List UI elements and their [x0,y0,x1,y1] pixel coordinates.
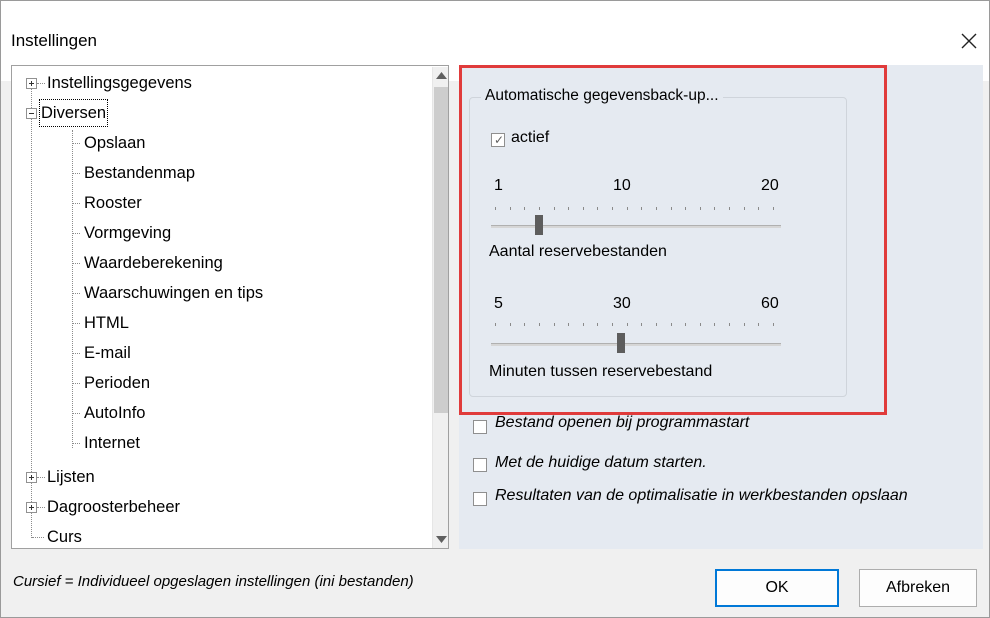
save-optimization-results-label: Resultaten van de optimalisatie in werkb… [495,487,908,504]
tree-item-internet[interactable]: Internet [12,430,432,456]
tree-item-label: Perioden [84,374,151,392]
tree-item-waarschuwingen[interactable]: Waarschuwingen en tips [12,280,432,306]
save-optimization-results-checkbox[interactable] [473,492,487,506]
window-title: Instellingen [11,31,98,50]
tree-scrollbar[interactable] [432,67,448,548]
scroll-up-arrow-icon [436,72,447,79]
close-button[interactable] [949,21,989,61]
tree-item-label: Instellingsgegevens [47,74,192,92]
tree-item-diversen[interactable]: Diversen [12,99,432,127]
scroll-down-button[interactable] [433,531,448,548]
settings-window: Instellingen Instellingsgegevens Diverse… [0,0,990,618]
expand-plus-icon[interactable] [26,502,37,513]
expand-plus-icon[interactable] [26,78,37,89]
tree-item-autoinfo[interactable]: AutoInfo [12,400,432,426]
scroll-down-arrow-icon [436,536,447,543]
expand-plus-icon[interactable] [26,472,37,483]
tree-item-label: Internet [84,434,140,452]
ok-button[interactable]: OK [715,569,839,607]
highlight-annotation [459,65,887,415]
tree-item-bestandenmap[interactable]: Bestandenmap [12,160,432,186]
tree-item-label: Rooster [84,194,142,212]
tree-item-label: AutoInfo [84,404,146,422]
cancel-button[interactable]: Afbreken [859,569,977,607]
tree-item-dagroosterbeheer[interactable]: Dagroosterbeheer [12,494,432,520]
tree-item-label: E-mail [84,344,131,362]
tree-item-waardeberekening[interactable]: Waardeberekening [12,250,432,276]
start-current-date-checkbox[interactable] [473,458,487,472]
settings-tree[interactable]: Instellingsgegevens Diversen Opslaan Bes… [11,65,449,549]
tree-item-label: Dagroosterbeheer [47,498,180,516]
tree-item-email[interactable]: E-mail [12,340,432,366]
tree-item-html[interactable]: HTML [12,310,432,336]
tree-item-perioden[interactable]: Perioden [12,370,432,396]
open-file-at-start-checkbox[interactable] [473,420,487,434]
scroll-up-button[interactable] [433,67,448,84]
tree-item-label: Lijsten [47,468,95,486]
tree-item-rooster[interactable]: Rooster [12,190,432,216]
start-current-date-label: Met de huidige datum starten. [495,454,707,471]
tree-item-label: Waardeberekening [84,254,223,272]
tree-item-instellingsgegevens[interactable]: Instellingsgegevens [12,70,432,96]
tree-item-lijsten[interactable]: Lijsten [12,464,432,490]
collapse-minus-icon[interactable] [26,108,37,119]
tree-item-label: Opslaan [84,134,146,152]
tree-item-opslaan[interactable]: Opslaan [12,130,432,156]
open-file-at-start-label: Bestand openen bij programmastart [495,414,750,431]
tree-item-label: HTML [84,314,129,332]
tree-item-label: Diversen [38,99,109,127]
tree-item-label: Bestandenmap [84,164,195,182]
footer-note: Cursief = Individueel opgeslagen instell… [13,573,414,590]
tree-item-label: Vormgeving [84,224,172,242]
tree-item-label: Waarschuwingen en tips [84,284,264,302]
tree-item-vormgeving[interactable]: Vormgeving [12,220,432,246]
tree-item-curs[interactable]: Curs [12,524,432,548]
tree-item-label: Curs [47,528,82,546]
scroll-thumb[interactable] [434,87,448,413]
close-icon [961,33,977,49]
